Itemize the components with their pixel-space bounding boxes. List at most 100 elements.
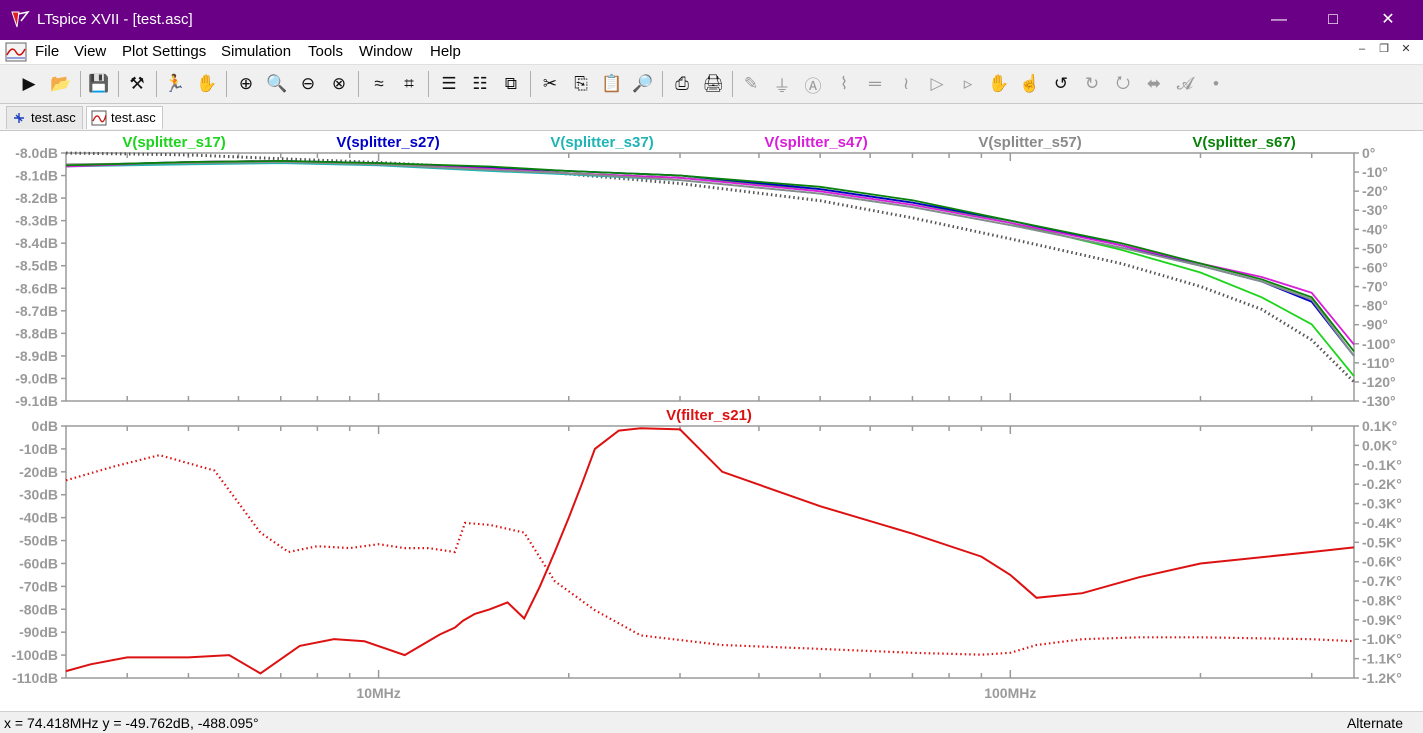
menu-window[interactable]: Window: [359, 43, 412, 60]
y-tick-label: -30dB: [19, 487, 58, 503]
cascade-icon[interactable]: ⧉: [498, 71, 524, 97]
tab-schematic[interactable]: test.asc: [6, 106, 83, 129]
y2-tick-label: -10°: [1362, 164, 1388, 180]
y2-tick-label: -120°: [1362, 374, 1396, 390]
diode-icon[interactable]: ▷: [924, 71, 950, 97]
x-tick-label: 100MHz: [984, 685, 1036, 701]
resistor-icon[interactable]: ⌇: [831, 71, 857, 97]
ground-icon[interactable]: ⏚: [769, 71, 795, 97]
redo-icon[interactable]: ↻: [1079, 71, 1105, 97]
y2-tick-label: -1.1K°: [1362, 651, 1402, 667]
tile-vertical-icon[interactable]: ☷: [467, 71, 493, 97]
y-tick-label: -9.0dB: [15, 370, 58, 386]
print-setup-icon[interactable]: 🖨: [700, 71, 726, 97]
move-icon[interactable]: ✋: [986, 71, 1012, 97]
cut-icon[interactable]: ✂: [537, 71, 563, 97]
waveform-icon: [91, 110, 107, 126]
zoom-in-icon[interactable]: ⊕: [233, 71, 259, 97]
y-tick-label: -110dB: [12, 670, 58, 686]
mdi-restore-button[interactable]: ❐: [1373, 42, 1395, 55]
drag-icon[interactable]: ☝: [1017, 71, 1043, 97]
menu-tools[interactable]: Tools: [308, 43, 343, 60]
y2-tick-label: -0.8K°: [1362, 592, 1402, 608]
y2-tick-label: 0°: [1362, 145, 1375, 161]
minimize-button[interactable]: —: [1253, 0, 1305, 40]
paste-icon[interactable]: 📋: [599, 71, 625, 97]
window-title: LTspice XVII - [test.asc]: [37, 11, 193, 28]
zoom-fit-icon[interactable]: ⊗: [326, 71, 352, 97]
trace-legend-label: V(splitter_s47): [764, 134, 867, 151]
label-icon[interactable]: Ⓐ: [800, 71, 826, 97]
y-tick-label: -100dB: [11, 647, 58, 663]
copy-icon[interactable]: ⎘: [568, 71, 594, 97]
marker-icon[interactable]: ⌗: [396, 71, 422, 97]
find-icon[interactable]: 🔎: [630, 71, 656, 97]
y-tick-label: -8.3dB: [15, 213, 58, 229]
tile-horizontal-icon[interactable]: ☰: [436, 71, 462, 97]
rotate-icon[interactable]: ⭮: [1110, 71, 1136, 97]
waveform-document-icon[interactable]: [5, 41, 27, 63]
close-button[interactable]: ✕: [1362, 0, 1414, 40]
toolbar-separator: [428, 71, 429, 97]
toolbar-separator: [80, 71, 81, 97]
y-tick-label: -90dB: [19, 624, 58, 640]
trace-legend-label: V(splitter_s27): [336, 134, 439, 151]
y2-tick-label: -70°: [1362, 279, 1388, 295]
undo-icon[interactable]: ↺: [1048, 71, 1074, 97]
y2-tick-label: -130°: [1362, 393, 1396, 409]
y2-tick-label: -1.0K°: [1362, 631, 1402, 647]
halt-icon[interactable]: 🏃: [162, 71, 188, 97]
y2-tick-label: -0.5K°: [1362, 534, 1402, 550]
spice-directive-icon[interactable]: •: [1203, 71, 1229, 97]
y2-tick-label: -30°: [1362, 202, 1388, 218]
zoom-out-icon[interactable]: ⊖: [295, 71, 321, 97]
ltspice-logo-icon: [11, 10, 30, 28]
y2-tick-label: -1.2K°: [1362, 670, 1402, 686]
inductor-icon[interactable]: ≀: [893, 71, 919, 97]
y-tick-label: -60dB: [19, 555, 58, 571]
toolbar-separator: [530, 71, 531, 97]
y-tick-label: -8.2dB: [15, 190, 58, 206]
plot-mode: Alternate: [1346, 715, 1403, 731]
menu-file[interactable]: File: [35, 43, 59, 60]
tab-waveform[interactable]: test.asc: [86, 106, 163, 129]
trace-legend-label: V(splitter_s37): [550, 134, 653, 151]
menu-help[interactable]: Help: [430, 43, 461, 60]
zoom-box-icon[interactable]: 🔍: [264, 71, 290, 97]
waveform-viewer[interactable]: -8.0dB -8.1dB -8.2dB -8.3dB -8.4dB -8.5dB -8.6…: [0, 130, 1423, 710]
y-tick-label: -8.0dB: [15, 145, 58, 161]
control-panel-icon[interactable]: ⚒: [124, 71, 150, 97]
y2-tick-label: -80°: [1362, 298, 1388, 314]
plot-frame: [65, 152, 1355, 402]
capacitor-icon[interactable]: ═: [862, 71, 888, 97]
run-icon[interactable]: ▶: [16, 71, 42, 97]
menu-view[interactable]: View: [74, 43, 106, 60]
menu-simulation[interactable]: Simulation: [221, 43, 291, 60]
text-icon[interactable]: 𝓐: [1172, 71, 1198, 97]
y2-tick-label: -20°: [1362, 183, 1388, 199]
trace-V(splitter_s17): [65, 161, 1355, 377]
maximize-button[interactable]: □: [1307, 0, 1359, 40]
y2-tick-label: 0.0K°: [1362, 437, 1397, 453]
document-tabs: test.asc test.asc: [0, 104, 1423, 131]
mdi-minimize-button[interactable]: –: [1351, 43, 1373, 55]
y2-tick-label: -0.6K°: [1362, 554, 1402, 570]
trace-V(filter_s21): [65, 427, 1355, 675]
y2-tick-label: -0.1K°: [1362, 457, 1402, 473]
mdi-close-button[interactable]: ✕: [1395, 42, 1417, 55]
menu-plot-settings[interactable]: Plot Settings: [122, 43, 206, 60]
autorange-icon[interactable]: ≈: [366, 71, 392, 97]
y2-tick-label: -0.2K°: [1362, 476, 1402, 492]
component-icon[interactable]: ▹: [955, 71, 981, 97]
y-tick-label: -70dB: [19, 578, 58, 594]
y-tick-label: -80dB: [19, 601, 58, 617]
y2-tick-label: 0.1K°: [1362, 418, 1397, 434]
mirror-icon[interactable]: ⬌: [1141, 71, 1167, 97]
draw-wire-icon[interactable]: ✎: [738, 71, 764, 97]
pan-icon[interactable]: ✋: [194, 71, 220, 97]
open-icon[interactable]: 📂: [48, 71, 74, 97]
save-icon[interactable]: 💾: [86, 71, 112, 97]
print-icon[interactable]: ⎙: [669, 71, 695, 97]
trace-legend-label: V(splitter_s67): [1192, 134, 1295, 151]
y2-tick-label: -0.4K°: [1362, 515, 1402, 531]
